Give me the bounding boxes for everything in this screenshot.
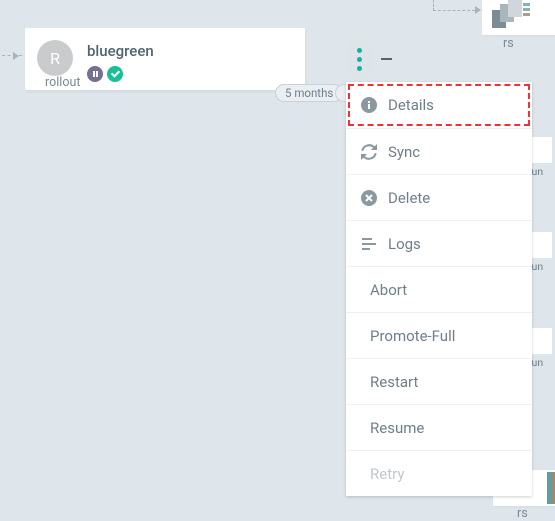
menu-item-label: Logs [388, 235, 421, 253]
menu-item-delete[interactable]: Delete [346, 174, 532, 220]
graph-edge [433, 0, 483, 18]
resource-status-bars [547, 472, 555, 504]
menu-item-logs[interactable]: Logs [346, 220, 532, 266]
menu-item-label: Restart [370, 373, 418, 391]
menu-item-restart[interactable]: Restart [346, 358, 532, 404]
run-chip[interactable]: run [528, 232, 555, 273]
replicaset-icon [490, 0, 530, 33]
context-menu: Details Sync Delete Logs Abort Promote-F… [346, 82, 532, 496]
menu-item-label: Delete [388, 189, 430, 207]
rs-kind-label: rs [517, 506, 528, 521]
resource-title: bluegreen [87, 42, 295, 60]
menu-item-label: Abort [370, 281, 407, 299]
menu-item-details[interactable]: Details [346, 82, 532, 128]
menu-item-label: Details [388, 96, 434, 114]
info-icon [360, 96, 378, 114]
delete-icon [360, 189, 378, 207]
rs-kind-label: rs [503, 36, 514, 51]
replicaset-card-top[interactable] [482, 0, 555, 35]
resource-avatar: R [37, 40, 73, 76]
kebab-menu-button[interactable] [346, 38, 373, 80]
logs-icon [360, 235, 378, 253]
menu-item-abort[interactable]: Abort [346, 266, 532, 312]
menu-item-label: Resume [370, 419, 424, 437]
menu-item-retry: Retry [346, 450, 532, 496]
menu-item-label: Promote-Full [370, 327, 455, 345]
age-pill: 5 months [275, 84, 343, 102]
healthy-icon [107, 66, 123, 82]
collapse-toggle[interactable] [381, 58, 392, 60]
run-chip[interactable]: run [528, 328, 555, 369]
menu-item-sync[interactable]: Sync [346, 128, 532, 174]
sync-icon [360, 143, 378, 161]
pause-icon [87, 66, 103, 82]
menu-item-label: Sync [388, 143, 420, 161]
menu-item-label: Retry [370, 465, 404, 483]
menu-item-resume[interactable]: Resume [346, 404, 532, 450]
menu-item-promote-full[interactable]: Promote-Full [346, 312, 532, 358]
incoming-edge-arrow [2, 55, 22, 57]
status-badges [87, 66, 295, 82]
resource-kind-label: rollout [45, 75, 80, 90]
run-chip[interactable]: run [528, 137, 555, 178]
